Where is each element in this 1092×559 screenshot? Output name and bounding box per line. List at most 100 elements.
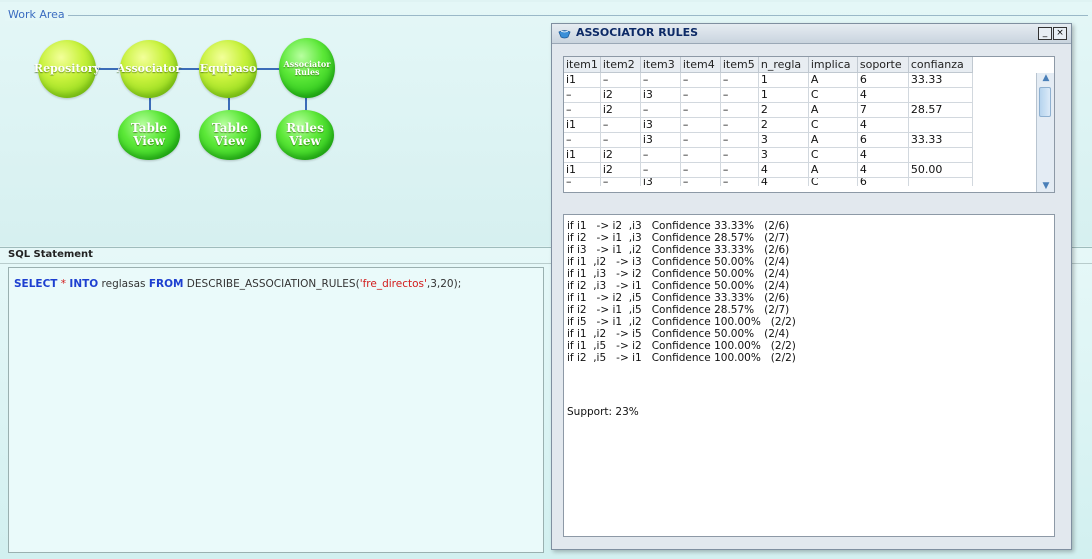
table-row[interactable]: i1 i2– – –3 C 4 bbox=[564, 147, 973, 163]
scroll-down-icon[interactable]: ▼ bbox=[1037, 181, 1055, 191]
rule-line: if i1 -> i2 ,i3 Confidence 33.33% (2/6) bbox=[567, 220, 790, 232]
table-view-node-1[interactable]: Table View bbox=[118, 110, 180, 160]
table-cell: i1 bbox=[564, 147, 601, 163]
associator-rules-node[interactable]: Associator Rules bbox=[279, 38, 335, 98]
table-cell: 4 bbox=[857, 87, 909, 103]
column-header[interactable]: n_regla bbox=[758, 57, 809, 73]
sql-statement-text[interactable]: SELECT * INTO reglasas FROM DESCRIBE_ASS… bbox=[14, 278, 461, 290]
table-cell: – bbox=[680, 177, 721, 186]
table-cell: 50.00 bbox=[908, 162, 973, 178]
equipaso-node[interactable]: Equipaso bbox=[199, 40, 257, 98]
associator-node-label: Associator bbox=[116, 62, 182, 76]
table-cell: – bbox=[640, 162, 681, 178]
repository-node[interactable]: Repository bbox=[34, 40, 100, 98]
table-cell: – bbox=[600, 132, 641, 148]
table-cell: A bbox=[808, 132, 858, 148]
table-cell: 1 bbox=[758, 72, 809, 88]
rule-line: if i2 ,i3 -> i1 Confidence 50.00% (2/4) bbox=[567, 280, 790, 292]
table-cell: – bbox=[720, 177, 759, 186]
table-cell: – bbox=[680, 147, 721, 163]
table-cell: – bbox=[564, 177, 601, 186]
table-cell: 4 bbox=[857, 147, 909, 163]
sql-function: DESCRIBE_ASSOCIATION_RULES( bbox=[183, 278, 360, 290]
table-row[interactable]: – – i3– –4 C 6 bbox=[564, 177, 973, 186]
table-cell bbox=[908, 147, 973, 163]
table-cell: 3 bbox=[758, 132, 809, 148]
table-cell bbox=[908, 177, 973, 186]
column-header[interactable]: item4 bbox=[680, 57, 721, 73]
table-cell bbox=[908, 117, 973, 133]
column-header[interactable]: soporte bbox=[857, 57, 909, 73]
table-row[interactable]: – i2– – –2 A 7 28.57 bbox=[564, 102, 973, 118]
table-cell: – bbox=[720, 117, 759, 133]
table-cell: 4 bbox=[857, 162, 909, 178]
table-row[interactable]: – – i3– –3 A 6 33.33 bbox=[564, 132, 973, 148]
table-cell: A bbox=[808, 162, 858, 178]
table-cell: – bbox=[640, 102, 681, 118]
rule-line: if i1 ,i2 -> i5 Confidence 50.00% (2/4) bbox=[567, 328, 790, 340]
rule-line: if i1 ,i5 -> i2 Confidence 100.00% (2/2) bbox=[567, 340, 796, 352]
table-cell: 4 bbox=[857, 117, 909, 133]
table-cell: – bbox=[680, 87, 721, 103]
table-cell: i1 bbox=[564, 162, 601, 178]
table-cell: – bbox=[640, 147, 681, 163]
column-header[interactable]: item2 bbox=[600, 57, 641, 73]
table-cell: 3 bbox=[758, 147, 809, 163]
table-view-node-2[interactable]: Table View bbox=[199, 110, 261, 160]
table-row[interactable]: i1– – – –1 A 6 33.33 bbox=[564, 72, 973, 88]
table-cell: i2 bbox=[600, 102, 641, 118]
table-cell: – bbox=[600, 117, 641, 133]
close-button[interactable]: × bbox=[1053, 27, 1067, 40]
column-header[interactable]: item1 bbox=[564, 57, 601, 73]
scroll-up-icon[interactable]: ▲ bbox=[1037, 73, 1055, 83]
table-header-row: item1 item2 item3 item4 item5 n_regla im… bbox=[564, 57, 973, 73]
support-text: Support: 23% bbox=[567, 406, 639, 418]
table-cell: i1 bbox=[564, 72, 601, 88]
table-row[interactable]: – i2 i3– –1 C 4 bbox=[564, 87, 973, 103]
table-cell: i2 bbox=[600, 87, 641, 103]
table-cell: 33.33 bbox=[908, 72, 973, 88]
rule-line: if i1 ,i2 -> i3 Confidence 50.00% (2/4) bbox=[567, 256, 790, 268]
table-cell: 6 bbox=[857, 72, 909, 88]
sql-statement-header: SQL Statement bbox=[8, 249, 93, 260]
column-header[interactable]: item3 bbox=[640, 57, 681, 73]
dialog-title: ASSOCIATOR RULES bbox=[576, 26, 699, 39]
table-cell: – bbox=[680, 102, 721, 118]
table-cell: C bbox=[808, 117, 858, 133]
table-cell: i3 bbox=[640, 117, 681, 133]
table-cell: 6 bbox=[857, 132, 909, 148]
rules-view-node-label-b: View bbox=[289, 134, 321, 148]
table-cell: – bbox=[564, 87, 601, 103]
scrollbar-thumb[interactable] bbox=[1039, 87, 1051, 117]
sql-keyword-select: SELECT bbox=[14, 278, 58, 290]
column-header[interactable]: item5 bbox=[720, 57, 759, 73]
rules-table: item1 item2 item3 item4 item5 n_regla im… bbox=[564, 57, 973, 186]
table-cell: i3 bbox=[640, 87, 681, 103]
table-cell: A bbox=[808, 72, 858, 88]
table-cell: – bbox=[720, 132, 759, 148]
table-cell bbox=[908, 87, 973, 103]
column-header[interactable]: confianza bbox=[908, 57, 973, 73]
table-cell: – bbox=[720, 147, 759, 163]
table-cell: – bbox=[720, 87, 759, 103]
table-cell: – bbox=[600, 177, 641, 186]
table-row[interactable]: i1 i2– – –4 A 4 50.00 bbox=[564, 162, 973, 178]
table-cell: i3 bbox=[640, 132, 681, 148]
table-cell: i3 bbox=[640, 177, 681, 186]
table-cell: i2 bbox=[600, 147, 641, 163]
table-cell: 2 bbox=[758, 102, 809, 118]
associator-node[interactable]: Associator bbox=[116, 40, 182, 98]
rule-line: if i1 ,i3 -> i2 Confidence 50.00% (2/4) bbox=[567, 268, 790, 280]
rule-line: if i2 -> i1 ,i3 Confidence 28.57% (2/7) bbox=[567, 232, 790, 244]
work-area-title: Work Area bbox=[5, 8, 68, 21]
table-cell: – bbox=[680, 117, 721, 133]
table-cell: 4 bbox=[758, 162, 809, 178]
table-cell: – bbox=[720, 102, 759, 118]
sql-editor[interactable] bbox=[8, 267, 544, 553]
rule-line: if i5 -> i1 ,i2 Confidence 100.00% (2/2) bbox=[567, 316, 796, 328]
minimize-button[interactable]: _ bbox=[1038, 27, 1052, 40]
column-header[interactable]: implica bbox=[808, 57, 858, 73]
rule-line: if i1 -> i2 ,i5 Confidence 33.33% (2/6) bbox=[567, 292, 790, 304]
table-row[interactable]: i1– i3– –2 C 4 bbox=[564, 117, 973, 133]
rules-view-node[interactable]: Rules View bbox=[276, 110, 334, 160]
